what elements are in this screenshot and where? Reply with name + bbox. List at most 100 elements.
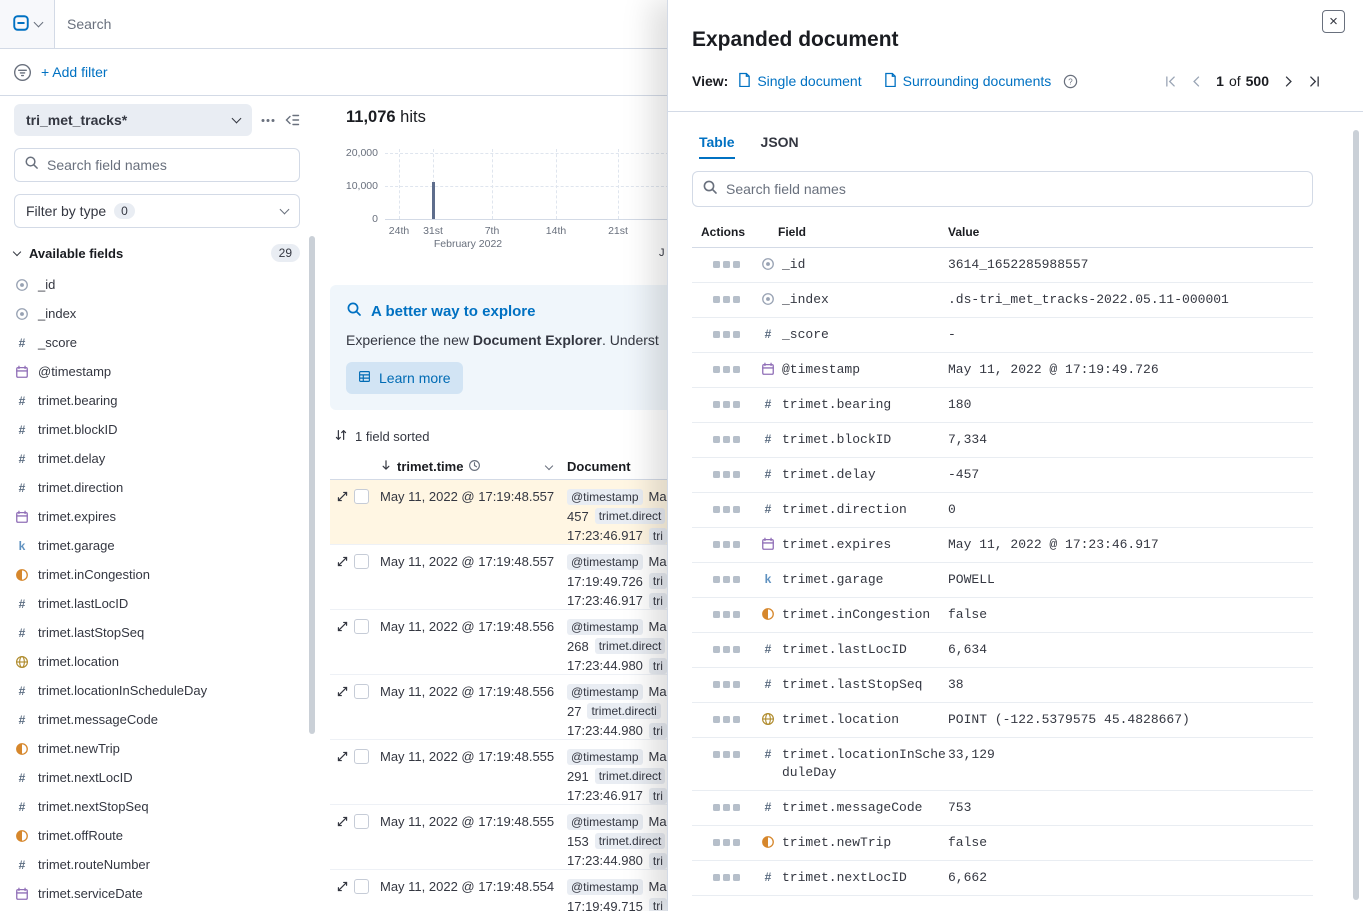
- close-flyout-button[interactable]: ×: [1322, 10, 1345, 33]
- available-fields-header[interactable]: Available fields 29: [14, 244, 300, 262]
- expand-document-icon[interactable]: [336, 685, 349, 698]
- first-page-icon[interactable]: [1164, 75, 1177, 88]
- toggle-column-icon[interactable]: [733, 296, 740, 303]
- filter-out-value-icon[interactable]: [723, 576, 730, 583]
- filter-for-value-icon[interactable]: [713, 261, 720, 268]
- filter-for-value-icon[interactable]: [713, 716, 720, 723]
- toggle-column-icon[interactable]: [733, 751, 740, 758]
- filter-by-type-button[interactable]: Filter by type 0: [14, 194, 300, 228]
- field-list-item[interactable]: _id: [14, 270, 300, 299]
- field-list-item[interactable]: trimet.expires: [14, 502, 300, 531]
- field-list-item[interactable]: trimet.newTrip: [14, 734, 300, 763]
- field-list-item[interactable]: #trimet.bearing: [14, 386, 300, 415]
- previous-page-icon[interactable]: [1190, 75, 1203, 88]
- toggle-column-icon[interactable]: [733, 874, 740, 881]
- learn-more-button[interactable]: Learn more: [346, 362, 463, 394]
- filter-settings-icon[interactable]: [13, 63, 32, 82]
- surrounding-documents-link[interactable]: Surrounding documents: [884, 72, 1052, 90]
- next-page-icon[interactable]: [1282, 75, 1295, 88]
- filter-for-value-icon[interactable]: [713, 401, 720, 408]
- toggle-column-icon[interactable]: [733, 541, 740, 548]
- toggle-column-icon[interactable]: [733, 716, 740, 723]
- saved-query-menu-button[interactable]: [0, 0, 55, 48]
- field-list-item[interactable]: #trimet.lastLocID: [14, 589, 300, 618]
- last-page-icon[interactable]: [1308, 75, 1321, 88]
- toggle-column-icon[interactable]: [733, 436, 740, 443]
- filter-for-value-icon[interactable]: [713, 611, 720, 618]
- field-list-item[interactable]: #trimet.nextStopSeq: [14, 792, 300, 821]
- filter-out-value-icon[interactable]: [723, 506, 730, 513]
- toggle-column-icon[interactable]: [733, 681, 740, 688]
- row-checkbox[interactable]: [354, 749, 369, 764]
- filter-out-value-icon[interactable]: [723, 541, 730, 548]
- doc-viewer-search-input[interactable]: [726, 181, 1303, 197]
- toggle-column-icon[interactable]: [733, 471, 740, 478]
- filter-out-value-icon[interactable]: [723, 681, 730, 688]
- field-list-item[interactable]: #_score: [14, 328, 300, 357]
- tab-table[interactable]: Table: [699, 134, 735, 159]
- expand-document-icon[interactable]: [336, 750, 349, 763]
- field-list-item[interactable]: trimet.offRoute: [14, 821, 300, 850]
- help-icon[interactable]: ?: [1063, 74, 1078, 89]
- filter-out-value-icon[interactable]: [723, 471, 730, 478]
- expand-document-icon[interactable]: [336, 880, 349, 893]
- expand-document-icon[interactable]: [336, 490, 349, 503]
- filter-for-value-icon[interactable]: [713, 681, 720, 688]
- filter-for-value-icon[interactable]: [713, 646, 720, 653]
- field-list-item[interactable]: #trimet.nextLocID: [14, 763, 300, 792]
- filter-for-value-icon[interactable]: [713, 541, 720, 548]
- filter-out-value-icon[interactable]: [723, 296, 730, 303]
- filter-out-value-icon[interactable]: [723, 611, 730, 618]
- filter-out-value-icon[interactable]: [723, 804, 730, 811]
- filter-out-value-icon[interactable]: [723, 401, 730, 408]
- row-checkbox[interactable]: [354, 879, 369, 894]
- row-checkbox[interactable]: [354, 619, 369, 634]
- filter-out-value-icon[interactable]: [723, 261, 730, 268]
- field-search-input[interactable]: [47, 157, 290, 173]
- expand-document-icon[interactable]: [336, 555, 349, 568]
- toggle-column-icon[interactable]: [733, 646, 740, 653]
- filter-out-value-icon[interactable]: [723, 839, 730, 846]
- expand-document-icon[interactable]: [336, 620, 349, 633]
- toggle-column-icon[interactable]: [733, 839, 740, 846]
- sidebar-scrollbar[interactable]: [309, 236, 315, 734]
- filter-out-value-icon[interactable]: [723, 646, 730, 653]
- filter-out-value-icon[interactable]: [723, 716, 730, 723]
- add-filter-button[interactable]: + Add filter: [41, 64, 108, 80]
- toggle-column-icon[interactable]: [733, 401, 740, 408]
- filter-for-value-icon[interactable]: [713, 804, 720, 811]
- field-list-item[interactable]: #trimet.messageCode: [14, 705, 300, 734]
- field-list-item[interactable]: #trimet.blockID: [14, 415, 300, 444]
- row-checkbox[interactable]: [354, 684, 369, 699]
- time-column-header[interactable]: trimet.time: [380, 459, 564, 475]
- filter-for-value-icon[interactable]: [713, 366, 720, 373]
- tab-json[interactable]: JSON: [761, 134, 799, 159]
- toggle-column-icon[interactable]: [733, 611, 740, 618]
- row-checkbox[interactable]: [354, 489, 369, 504]
- collapse-sidebar-icon[interactable]: [284, 112, 300, 128]
- row-checkbox[interactable]: [354, 814, 369, 829]
- field-list-item[interactable]: trimet.location: [14, 647, 300, 676]
- filter-for-value-icon[interactable]: [713, 296, 720, 303]
- filter-for-value-icon[interactable]: [713, 506, 720, 513]
- toggle-column-icon[interactable]: [733, 804, 740, 811]
- toggle-column-icon[interactable]: [733, 576, 740, 583]
- field-list-item[interactable]: #trimet.routeNumber: [14, 850, 300, 879]
- filter-out-value-icon[interactable]: [723, 436, 730, 443]
- toggle-column-icon[interactable]: [733, 366, 740, 373]
- filter-for-value-icon[interactable]: [713, 751, 720, 758]
- field-list-item[interactable]: #trimet.locationInScheduleDay: [14, 676, 300, 705]
- single-document-link[interactable]: Single document: [738, 72, 861, 90]
- field-list-item[interactable]: @timestamp: [14, 357, 300, 386]
- row-checkbox[interactable]: [354, 554, 369, 569]
- filter-for-value-icon[interactable]: [713, 471, 720, 478]
- filter-for-value-icon[interactable]: [713, 331, 720, 338]
- field-list-item[interactable]: trimet.serviceDate: [14, 879, 300, 908]
- expand-document-icon[interactable]: [336, 815, 349, 828]
- field-list-item[interactable]: trimet.inCongestion: [14, 560, 300, 589]
- filter-for-value-icon[interactable]: [713, 839, 720, 846]
- field-list-item[interactable]: #trimet.delay: [14, 444, 300, 473]
- filter-for-value-icon[interactable]: [713, 874, 720, 881]
- flyout-scrollbar[interactable]: [1353, 130, 1359, 900]
- field-list-item[interactable]: ktrimet.garage: [14, 531, 300, 560]
